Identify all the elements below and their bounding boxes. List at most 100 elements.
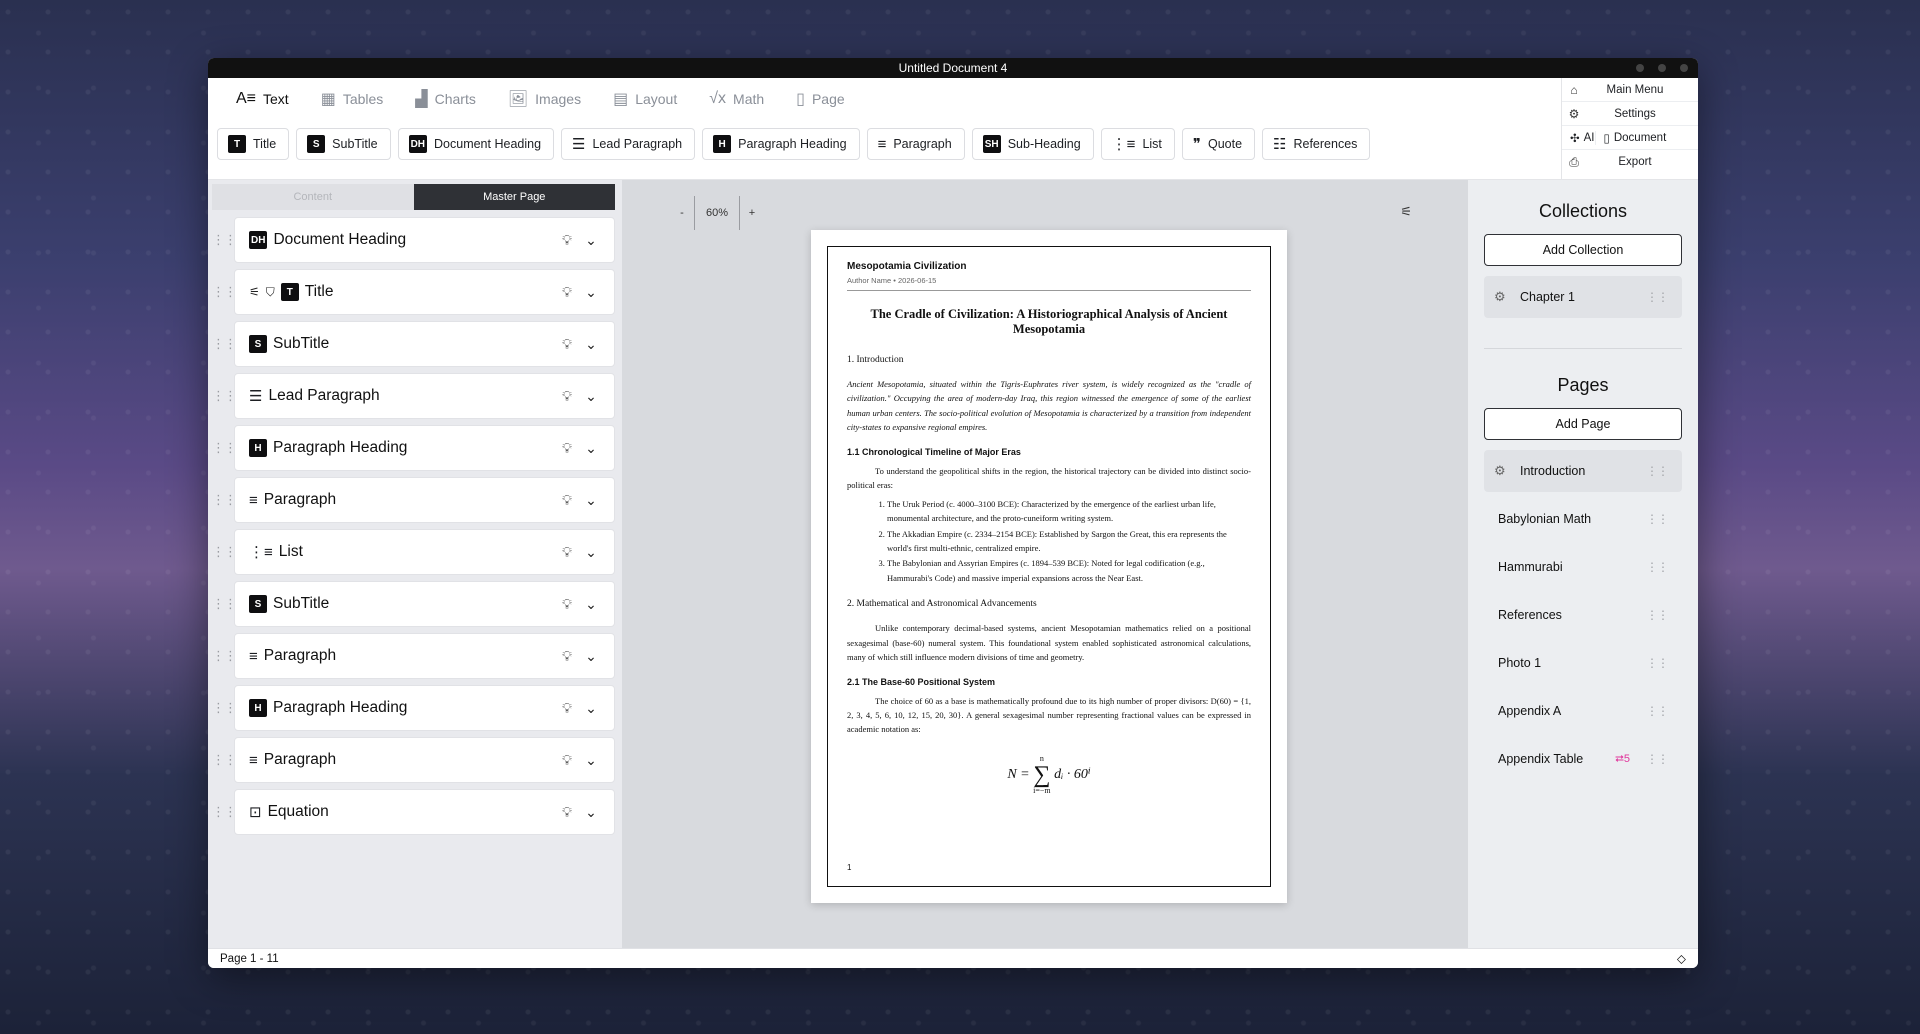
master-page-tab[interactable]: Master Page bbox=[413, 184, 615, 210]
drag-handle-icon[interactable]: ⋮⋮ bbox=[212, 388, 237, 404]
block-lead-paragraph[interactable]: ☰ Lead Paragraph 💡︎ ⌄ bbox=[234, 373, 615, 419]
drag-handle-icon[interactable]: ⋮⋮ bbox=[212, 232, 237, 248]
lightbulb-icon[interactable]: 💡︎ bbox=[558, 596, 576, 613]
drag-handle-icon[interactable]: ⋮⋮ bbox=[212, 336, 237, 352]
quote-button[interactable]: ❞ Quote bbox=[1181, 128, 1256, 160]
chevron-down-icon[interactable]: ⌄ bbox=[582, 284, 600, 301]
drag-handle-icon[interactable]: ⋮⋮ bbox=[1646, 752, 1669, 766]
block-list[interactable]: ⋮≡ List 💡︎ ⌄ bbox=[234, 529, 615, 575]
page-item[interactable]: Appendix Table ⮂5 ⋮⋮ bbox=[1484, 738, 1682, 780]
sub-heading-button[interactable]: SH Sub-Heading bbox=[971, 128, 1094, 160]
tab-tables[interactable]: ▦ Tables bbox=[307, 78, 398, 120]
page-item[interactable]: Photo 1 ⋮⋮ bbox=[1484, 642, 1682, 684]
block-paragraph[interactable]: ≡ Paragraph 💡︎ ⌄ bbox=[234, 737, 615, 783]
chevron-down-icon[interactable]: ⌄ bbox=[582, 804, 600, 821]
drag-handle-icon[interactable]: ⋮⋮ bbox=[212, 700, 237, 716]
drag-handle-icon[interactable]: ⋮⋮ bbox=[1646, 704, 1669, 718]
document-page[interactable]: Mesopotamia Civilization Author Name • 2… bbox=[811, 230, 1287, 903]
subtitle-button[interactable]: S SubTitle bbox=[296, 128, 391, 160]
drag-handle-icon[interactable]: ⋮⋮ bbox=[212, 284, 237, 300]
drag-handle-icon[interactable]: ⋮⋮ bbox=[212, 544, 237, 560]
badge-icon[interactable]: ⛉ bbox=[266, 285, 275, 300]
main-menu-button[interactable]: ⌂ Main Menu bbox=[1562, 78, 1698, 102]
drag-handle-icon[interactable]: ⋮⋮ bbox=[212, 492, 237, 508]
block-subtitle[interactable]: S SubTitle 💡︎ ⌄ bbox=[234, 581, 615, 627]
resize-icon[interactable]: ⬦ bbox=[1677, 951, 1686, 967]
paragraph-button[interactable]: ≡ Paragraph bbox=[866, 128, 965, 160]
block-paragraph-heading[interactable]: H Paragraph Heading 💡︎ ⌄ bbox=[234, 425, 615, 471]
block-subtitle[interactable]: S SubTitle 💡︎ ⌄ bbox=[234, 321, 615, 367]
export-button[interactable]: ⎙ Export bbox=[1562, 150, 1698, 174]
zoom-out-button[interactable]: - bbox=[670, 207, 694, 219]
settings-button[interactable]: ⚙ Settings bbox=[1562, 102, 1698, 126]
drag-handle-icon[interactable]: ⋮⋮ bbox=[1646, 608, 1669, 622]
tab-text[interactable]: A≡ Text bbox=[222, 78, 303, 120]
lightbulb-icon[interactable]: 💡︎ bbox=[558, 648, 576, 665]
chevron-down-icon[interactable]: ⌄ bbox=[582, 336, 600, 353]
chevron-down-icon[interactable]: ⌄ bbox=[582, 544, 600, 561]
collection-item[interactable]: ⚙ Chapter 1 ⋮⋮ bbox=[1484, 276, 1682, 318]
tab-layout[interactable]: ▤ Layout bbox=[599, 78, 691, 120]
block-paragraph-heading[interactable]: H Paragraph Heading 💡︎ ⌄ bbox=[234, 685, 615, 731]
zoom-in-button[interactable]: + bbox=[740, 207, 764, 219]
drag-handle-icon[interactable]: ⋮⋮ bbox=[1646, 512, 1669, 526]
chevron-down-icon[interactable]: ⌄ bbox=[582, 232, 600, 249]
lightbulb-icon[interactable]: 💡︎ bbox=[558, 492, 576, 509]
tab-charts[interactable]: ▟ Charts bbox=[401, 78, 490, 120]
add-collection-button[interactable]: Add Collection bbox=[1484, 234, 1682, 266]
chevron-down-icon[interactable]: ⌄ bbox=[582, 492, 600, 509]
sliders-icon[interactable]: ⚟ bbox=[249, 285, 260, 299]
drag-handle-icon[interactable]: ⋮⋮ bbox=[212, 596, 237, 612]
drag-handle-icon[interactable]: ⋮⋮ bbox=[212, 440, 237, 456]
block-paragraph[interactable]: ≡ Paragraph 💡︎ ⌄ bbox=[234, 633, 615, 679]
chevron-down-icon[interactable]: ⌄ bbox=[582, 648, 600, 665]
tab-page[interactable]: ▯ Page bbox=[782, 78, 859, 120]
drag-handle-icon[interactable]: ⋮⋮ bbox=[1646, 560, 1669, 574]
lightbulb-icon[interactable]: 💡︎ bbox=[558, 544, 576, 561]
chevron-down-icon[interactable]: ⌄ bbox=[582, 700, 600, 717]
page-item[interactable]: Appendix A ⋮⋮ bbox=[1484, 690, 1682, 732]
drag-handle-icon[interactable]: ⋮⋮ bbox=[1646, 290, 1669, 304]
references-button[interactable]: ☷ References bbox=[1262, 128, 1371, 160]
lead-paragraph-button[interactable]: ☰ Lead Paragraph bbox=[561, 128, 696, 160]
lightbulb-icon[interactable]: 💡︎ bbox=[558, 440, 576, 457]
document-button[interactable]: ▯ Document bbox=[1594, 130, 1698, 145]
lightbulb-icon[interactable]: 💡︎ bbox=[558, 388, 576, 405]
list-button[interactable]: ⋮≡ List bbox=[1100, 128, 1175, 160]
sliders-icon[interactable]: ⚟ bbox=[1400, 204, 1412, 220]
minimize-button[interactable] bbox=[1636, 64, 1644, 72]
document-heading-button[interactable]: DH Document Heading bbox=[397, 128, 555, 160]
drag-handle-icon[interactable]: ⋮⋮ bbox=[1646, 464, 1669, 478]
block-title[interactable]: ⚟ ⛉ T Title 💡︎ ⌄ bbox=[234, 269, 615, 315]
drag-handle-icon[interactable]: ⋮⋮ bbox=[212, 648, 237, 664]
close-button[interactable] bbox=[1680, 64, 1688, 72]
page-item[interactable]: Babylonian Math ⋮⋮ bbox=[1484, 498, 1682, 540]
tab-math[interactable]: √x Math bbox=[695, 78, 778, 120]
lightbulb-icon[interactable]: 💡︎ bbox=[558, 284, 576, 301]
lightbulb-icon[interactable]: 💡︎ bbox=[558, 336, 576, 353]
paragraph-heading-button[interactable]: H Paragraph Heading bbox=[702, 128, 860, 160]
content-tab[interactable]: Content bbox=[212, 184, 414, 210]
gear-icon[interactable]: ⚙ bbox=[1494, 289, 1520, 305]
chevron-down-icon[interactable]: ⌄ bbox=[582, 388, 600, 405]
zoom-level[interactable]: 60% bbox=[694, 196, 740, 230]
lightbulb-icon[interactable]: 💡︎ bbox=[558, 700, 576, 717]
block-equation[interactable]: ⊡ Equation 💡︎ ⌄ bbox=[234, 789, 615, 835]
block-document-heading[interactable]: DH Document Heading 💡︎ ⌄ bbox=[234, 217, 615, 263]
drag-handle-icon[interactable]: ⋮⋮ bbox=[212, 752, 237, 768]
page-item[interactable]: References ⋮⋮ bbox=[1484, 594, 1682, 636]
lightbulb-icon[interactable]: 💡︎ bbox=[558, 804, 576, 821]
drag-handle-icon[interactable]: ⋮⋮ bbox=[212, 804, 237, 820]
page-item[interactable]: ⚙ Introduction ⋮⋮ bbox=[1484, 450, 1682, 492]
block-paragraph[interactable]: ≡ Paragraph 💡︎ ⌄ bbox=[234, 477, 615, 523]
chevron-down-icon[interactable]: ⌄ bbox=[582, 596, 600, 613]
page-item[interactable]: Hammurabi ⋮⋮ bbox=[1484, 546, 1682, 588]
chevron-down-icon[interactable]: ⌄ bbox=[582, 752, 600, 769]
drag-handle-icon[interactable]: ⋮⋮ bbox=[1646, 656, 1669, 670]
add-page-button[interactable]: Add Page bbox=[1484, 408, 1682, 440]
lightbulb-icon[interactable]: 💡︎ bbox=[558, 232, 576, 249]
maximize-button[interactable] bbox=[1658, 64, 1666, 72]
lightbulb-icon[interactable]: 💡︎ bbox=[558, 752, 576, 769]
ai-button[interactable]: ✣ AI bbox=[1562, 131, 1595, 145]
tab-images[interactable]: 🖼 Images bbox=[494, 78, 595, 120]
